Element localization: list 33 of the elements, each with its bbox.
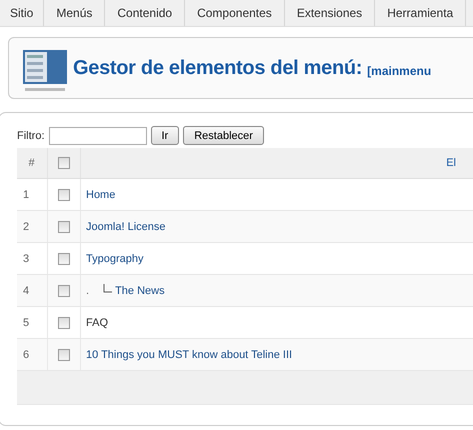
column-header[interactable]: El	[446, 157, 456, 169]
row-checkbox[interactable]	[58, 316, 70, 329]
menu-item[interactable]: Herramienta	[375, 0, 466, 26]
row-checkbox[interactable]	[58, 188, 70, 201]
filter-button[interactable]: Ir	[150, 126, 180, 145]
menu-name: [mainmenu	[367, 64, 432, 78]
column-header: #	[17, 148, 48, 178]
menu-item-link[interactable]: Typography	[86, 252, 144, 264]
tree-branch-icon	[103, 284, 114, 294]
filter-button[interactable]: Restablecer	[183, 126, 264, 145]
menu-item-link[interactable]: Joomla! License	[86, 220, 166, 232]
filter-field[interactable]	[48, 126, 146, 144]
menu-item[interactable]: Componentes	[185, 0, 285, 26]
row-number: 6	[17, 338, 48, 370]
menu-manager-icon	[21, 48, 69, 92]
row-checkbox[interactable]	[58, 348, 70, 361]
row-checkbox[interactable]	[58, 220, 70, 233]
row-checkbox[interactable]	[58, 284, 70, 297]
menu-item-link[interactable]: Home	[86, 188, 116, 200]
select-all-checkbox[interactable]	[58, 157, 70, 170]
menu-item-link[interactable]: 10 Things you MUST know about Teline III	[86, 348, 292, 360]
menu-item[interactable]: Sitio	[0, 0, 44, 26]
menu-item[interactable]: Extensiones	[284, 0, 376, 26]
row-checkbox[interactable]	[58, 252, 70, 265]
row-number: 4	[17, 274, 48, 306]
menu-item[interactable]: Contenido	[105, 0, 186, 26]
menu-item-link[interactable]: FAQ	[86, 316, 108, 328]
filter-label: Filtro:	[17, 130, 44, 142]
row-number: 2	[17, 210, 48, 242]
menu-item-link[interactable]: The News	[115, 284, 165, 296]
menu-item[interactable]: Menús	[44, 0, 106, 26]
page-title: Gestor de elementos del menú:	[73, 56, 362, 80]
tree-marker: .	[86, 284, 90, 296]
